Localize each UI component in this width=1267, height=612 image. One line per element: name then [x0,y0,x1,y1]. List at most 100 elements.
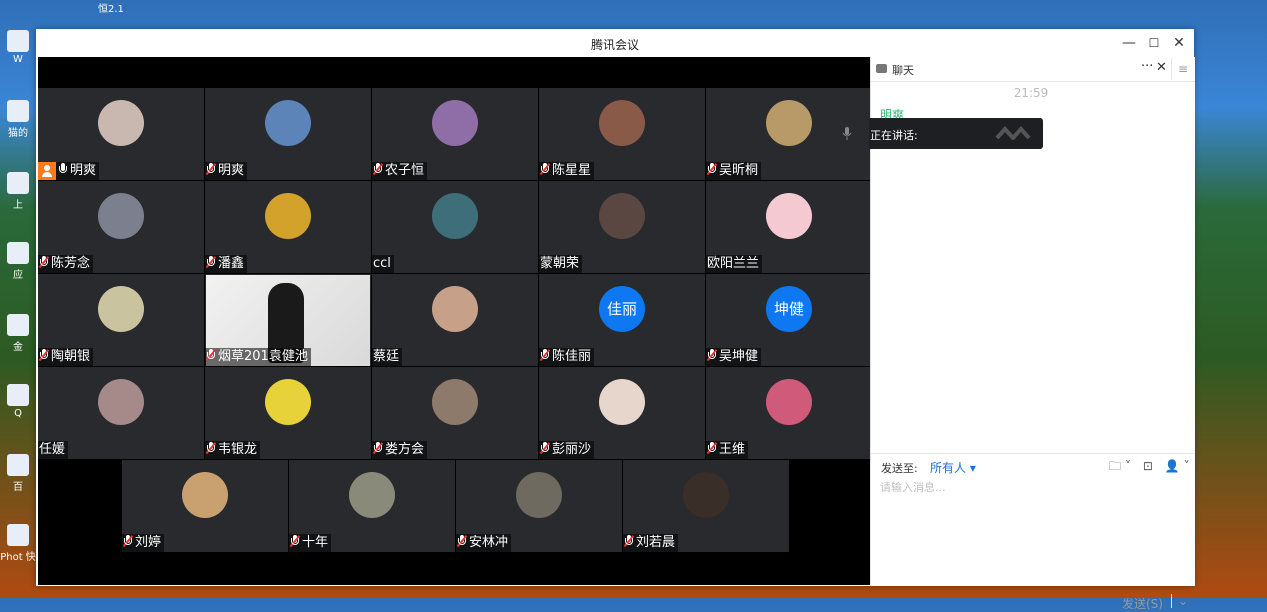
participant-tile[interactable]: 安林冲 [456,460,622,552]
participant-name: 潘鑫 [218,256,245,271]
participant-tile[interactable]: 十年 [289,460,455,552]
mic-muted-icon [706,442,717,454]
chat-header: 聊天 ··· ✕ ≡ [871,57,1195,82]
participant-tile[interactable]: ccl [372,181,538,273]
desktop-icon-label: 上 [13,200,23,211]
mic-muted-icon [623,535,634,547]
participant-tile[interactable]: 陈芳念 [38,181,204,273]
desktop-icon[interactable]: Q [0,384,36,419]
participant-tile[interactable]: 欧阳兰兰 [706,181,872,273]
app-icon [7,172,29,194]
window-title: 腾讯会议 [590,38,639,52]
desktop-icon[interactable]: 应 [0,242,36,281]
participant-name: 陶朝银 [51,349,91,364]
participant-name: 陈佳丽 [552,349,592,364]
participant-tile[interactable]: 刘若晨 [623,460,789,552]
participant-tile[interactable]: 彭丽沙 [539,367,705,459]
participant-name-label: 明爽 [38,162,100,180]
participant-name: 陈星星 [552,163,592,178]
avatar [98,379,144,425]
mic-muted-icon [706,349,717,361]
participant-name-label: 明爽 [205,162,248,180]
participant-name-label: 蔡廷 [372,348,403,366]
speaking-indicator: 正在讲话: [869,118,1043,149]
chat-menu-button[interactable]: ≡ [1171,58,1194,80]
participant-tile[interactable]: 陈星星 [539,88,705,180]
composer-tools[interactable]: 🗀˅ ⊡ 👤˅ [1109,457,1194,478]
participant-tile[interactable]: 王维 [706,367,872,459]
participant-name: 十年 [302,535,329,550]
participant-tile[interactable]: 坤健 吴坤健 [706,274,872,366]
participant-tile[interactable]: 农子恒 [372,88,538,180]
avatar [599,379,645,425]
mic-muted-icon [205,163,216,175]
meeting-logo-icon [995,126,1031,140]
desktop-icon-label: 金 [13,342,23,353]
participant-tile[interactable]: 陶朝银 [38,274,204,366]
participant-tile[interactable]: 蔡廷 [372,274,538,366]
avatar [683,472,729,518]
message-input[interactable]: 请输入消息... [880,479,946,495]
mic-muted-icon [38,349,49,361]
chat-close-button[interactable]: ✕ [1156,60,1167,75]
recipient-dropdown[interactable]: 所有人 ▾ [930,459,976,476]
participant-name-label: ccl [372,255,394,273]
avatar [98,100,144,146]
desktop-icon[interactable]: 金 [0,314,36,353]
participant-tile[interactable]: 韦银龙 [205,367,371,459]
participant-name-label: 十年 [289,534,332,552]
participant-tile[interactable]: 明爽 [205,88,371,180]
app-icon [7,454,29,476]
participant-name: 吴昕桐 [719,163,759,178]
participant-name: 蔡廷 [373,349,400,364]
desktop-icon[interactable]: 上 [0,172,36,211]
participant-name-label: 农子恒 [372,162,428,180]
desktop-icon[interactable]: 百 [0,454,36,493]
avatar: 坤健 [766,286,812,332]
participant-name: 刘婷 [135,535,162,550]
avatar [98,193,144,239]
participant-name-label: 韦银龙 [205,441,261,459]
mic-muted-icon [205,442,216,454]
close-button[interactable]: ✕ [1169,33,1189,53]
avatar [98,286,144,332]
participant-name-label: 蒙朝荣 [539,255,583,273]
participant-tile[interactable]: 佳丽陈佳丽 [539,274,705,366]
send-options-button[interactable]: ⌄ [1171,594,1188,608]
avatar [265,100,311,146]
avatar: 佳丽 [599,286,645,332]
participant-tile[interactable]: 潘鑫 [205,181,371,273]
participant-tile[interactable]: 任媛 [38,367,204,459]
mic-muted-icon [372,442,383,454]
participant-name-label: 刘婷 [122,534,165,552]
participant-name: 安林冲 [469,535,509,550]
participant-name: 农子恒 [385,163,425,178]
participant-tile[interactable]: 娄方会 [372,367,538,459]
mic-muted-icon [38,256,49,268]
participant-name-label: 陈佳丽 [539,348,595,366]
mic-muted-icon [539,442,550,454]
mic-muted-icon [205,349,216,361]
more-options-button[interactable]: ··· [1141,59,1153,74]
mic-on-icon [58,163,68,175]
avatar [599,100,645,146]
meeting-window: 腾讯会议 — ☐ ✕ 明爽 明爽 农子恒 陈星星 吴昕桐陈芳念 潘鑫 ccl 蒙朝荣 欧阳兰兰陶… [36,29,1195,611]
participant-name: 王维 [719,442,746,457]
minimize-button[interactable]: — [1119,33,1139,53]
participant-tile[interactable]: 刘婷 [122,460,288,552]
desktop-icon[interactable]: Phot 快 [0,524,36,563]
participant-name: 明爽 [70,163,97,178]
chat-icon [876,64,887,73]
avatar [349,472,395,518]
maximize-button[interactable]: ☐ [1144,33,1164,53]
participant-name-label: 吴昕桐 [706,162,762,180]
desktop-icon[interactable]: W [0,30,36,65]
desktop-icon[interactable]: 猫的 [0,100,36,139]
participant-tile[interactable]: 蒙朝荣 [539,181,705,273]
mic-muted-icon [205,256,216,268]
participant-tile[interactable]: 烟草201袁健池 [205,274,371,366]
participant-name: 烟草201袁健池 [218,349,308,364]
participant-tile[interactable]: 明爽 [38,88,204,180]
message-timestamp: 21:59 [1013,86,1049,100]
participant-name-label: 欧阳兰兰 [706,255,763,273]
